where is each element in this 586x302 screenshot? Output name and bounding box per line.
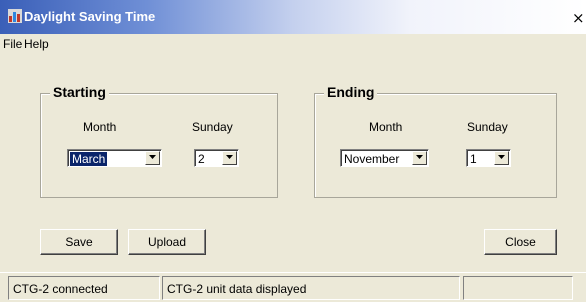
title-bar: Daylight Saving Time × [0,0,586,34]
ending-sunday-label: Sunday [467,120,508,134]
close-icon[interactable]: × [572,11,585,26]
menu-file[interactable]: File [3,37,22,51]
status-connection: CTG-2 connected [8,276,160,300]
chevron-down-icon[interactable] [222,151,237,165]
ending-month-value: November [344,152,400,166]
menu-help[interactable]: Help [24,37,49,51]
starting-sunday-label: Sunday [192,120,233,134]
status-bar: CTG-2 connected CTG-2 unit data displaye… [0,272,586,302]
ending-title: Ending [324,84,378,100]
ending-month-label: Month [369,120,403,134]
starting-month-label: Month [83,120,117,134]
save-button[interactable]: Save [40,229,118,255]
starting-title: Starting [50,84,109,100]
starting-sunday-value: 2 [198,152,205,166]
ending-sunday-select[interactable]: 1 [466,149,511,167]
ending-sunday-value: 1 [470,152,477,166]
window-title: Daylight Saving Time [24,9,156,24]
starting-group: Starting Month Sunday March 2 [40,84,278,198]
starting-month-select[interactable]: March [67,149,162,167]
menu-bar: File Help [0,34,586,54]
chevron-down-icon[interactable] [412,151,427,165]
ending-group: Ending Month Sunday November 1 [314,84,557,198]
chevron-down-icon[interactable] [494,151,509,165]
status-extra [463,276,573,300]
status-connection-text: CTG-2 connected [13,282,108,296]
ending-month-select[interactable]: November [340,149,429,167]
close-button[interactable]: Close [484,229,557,255]
status-message-text: CTG-2 unit data displayed [167,282,307,296]
starting-month-value: March [70,152,108,166]
upload-button[interactable]: Upload [128,229,206,255]
chevron-down-icon[interactable] [145,151,160,165]
dst-window: Daylight Saving Time × File Help Startin… [0,0,586,302]
app-icon [8,9,22,23]
status-message: CTG-2 unit data displayed [162,276,460,300]
starting-sunday-select[interactable]: 2 [194,149,239,167]
